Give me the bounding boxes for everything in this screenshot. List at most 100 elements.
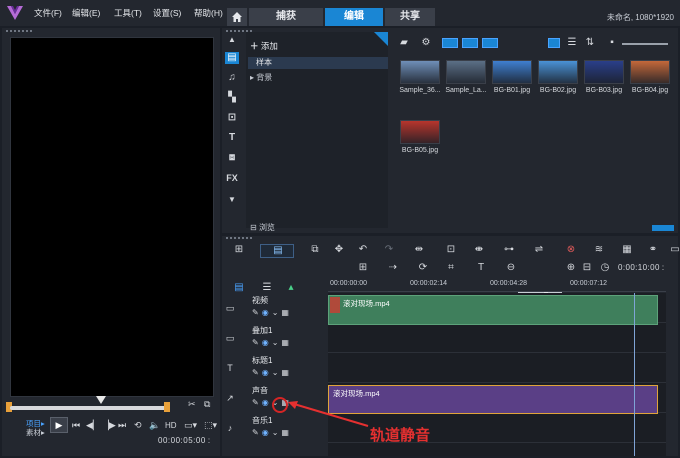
media-icon[interactable]: ▤ (225, 52, 239, 64)
media-thumbnail[interactable] (492, 60, 532, 84)
track-mute-icon[interactable]: ◉ (262, 308, 272, 317)
split-icon[interactable]: ⇼ (472, 244, 486, 256)
scrub-bar[interactable] (10, 406, 170, 410)
sort-icon[interactable]: ⇅ (584, 37, 596, 49)
title-icon-box[interactable]: ⊡ (225, 112, 239, 124)
timeline-scrollbar[interactable] (666, 280, 678, 456)
timeline-ruler[interactable]: 00:00:00:00 00:00:02:14 00:00:04:28 00:00:0… (328, 280, 666, 292)
undo-icon[interactable]: ↶ (356, 244, 370, 256)
zoom-out-icon[interactable]: ⊖ (504, 262, 518, 274)
repeat-icon[interactable]: ⟲ (134, 420, 142, 431)
playhead[interactable] (634, 293, 635, 456)
subtitle-icon[interactable]: ▦ (620, 244, 634, 256)
split-clip-icon[interactable]: ✂ (188, 399, 196, 410)
display-mode-icon[interactable]: ▭▾ (184, 420, 197, 431)
mode-clip[interactable]: 素材▸ (26, 427, 45, 438)
menu-tools[interactable]: 工具(T) (114, 7, 142, 19)
track-lock-icon[interactable]: ▦ (281, 368, 292, 377)
panel-grip[interactable] (226, 237, 252, 239)
tools-icon[interactable]: ✥ (332, 244, 346, 256)
track-mute-icon[interactable]: ◉ (262, 338, 272, 347)
storyboard-view-icon[interactable]: ⊞ (232, 244, 246, 256)
transition-icon[interactable]: ▚ (225, 92, 239, 104)
track-controls[interactable]: ✎◉⌄▦ (252, 308, 292, 317)
track-lock-icon[interactable]: ▦ (281, 308, 292, 317)
scrubber-handle[interactable] (96, 396, 106, 404)
track-controls[interactable]: ✎◉⌄▦ (252, 368, 292, 377)
expand-track-icon[interactable]: ⌄ (272, 428, 282, 437)
expand-track-icon[interactable]: ⌄ (272, 368, 282, 377)
go-to-start-icon[interactable]: ⏮ (72, 420, 80, 431)
library-view-toggle[interactable] (652, 225, 674, 231)
edit-track-icon[interactable]: ✎ (252, 338, 262, 347)
fit-project-icon[interactable]: ⊟ (580, 262, 594, 274)
grid-icon[interactable]: ⊞ (356, 262, 370, 274)
extend-icon[interactable]: ⊶ (502, 244, 516, 256)
instant-project-icon[interactable]: ♫ (225, 72, 239, 84)
play-button[interactable]: ▶ (50, 417, 68, 433)
timeline-view-button[interactable]: ▤ (260, 244, 294, 258)
home-tab[interactable] (227, 8, 247, 26)
ripple-edit-icon[interactable]: ⇹ (412, 244, 426, 256)
list-view-icon[interactable]: ☰ (566, 37, 578, 49)
copy-icon[interactable]: ⧉ (308, 244, 322, 256)
track-mute-icon[interactable]: ◉ (262, 368, 272, 377)
aspect-ratio-icon[interactable]: ⬚▾ (204, 420, 217, 431)
expand-track-icon[interactable]: ⌄ (272, 338, 282, 347)
import-media-icon[interactable]: ▰ (398, 37, 410, 49)
text-box-icon[interactable]: ▭ (668, 244, 680, 256)
media-thumbnail[interactable] (400, 60, 440, 84)
trim-end-marker[interactable] (164, 402, 170, 412)
mixer-icon[interactable]: ⇌ (532, 244, 546, 256)
show-video-filter[interactable] (442, 38, 458, 48)
tab-capture[interactable]: 捕获 (249, 8, 323, 26)
collapse-up-icon[interactable]: ▲ (225, 34, 239, 46)
thumbnail-size-slider[interactable] (622, 43, 668, 45)
previous-frame-icon[interactable]: ◀▏ (86, 420, 100, 431)
track-mute-icon[interactable]: ◉ (262, 398, 272, 407)
link-icon[interactable]: ⚭ (646, 244, 660, 256)
tree-item-samples[interactable]: 样本 (248, 57, 388, 69)
filter-fx-icon[interactable]: FX (225, 172, 239, 184)
menu-settings[interactable]: 设置(S) (153, 7, 181, 19)
expand-track-icon[interactable]: ⌄ (272, 308, 282, 317)
pin-icon[interactable] (374, 32, 388, 46)
track-mute-icon[interactable]: ◉ (262, 428, 272, 437)
edit-track-icon[interactable]: ✎ (252, 428, 262, 437)
zoom-in-icon[interactable]: ⊕ (564, 262, 578, 274)
media-thumbnail[interactable] (538, 60, 578, 84)
track-manager-icon[interactable]: ▤ (232, 282, 246, 294)
tab-edit[interactable]: 编辑 (325, 8, 383, 26)
redo-icon[interactable]: ↷ (382, 244, 396, 256)
3d-title-icon[interactable]: T (474, 262, 488, 274)
timeline-duration[interactable]: 0:00:10:00 : (618, 263, 664, 272)
tab-share[interactable]: 共享 (385, 8, 435, 26)
thumbnail-view-button[interactable] (548, 38, 560, 48)
media-thumbnail[interactable] (630, 60, 670, 84)
rotate-icon[interactable]: ⟳ (416, 262, 430, 274)
settings-gear-icon[interactable]: ⚙ (420, 37, 432, 49)
motion-icon[interactable]: ⇢ (386, 262, 400, 274)
graphics-icon[interactable]: ⧈ (225, 152, 239, 164)
add-folder-button[interactable]: ＋ 添加 (250, 40, 278, 52)
edit-track-icon[interactable]: ✎ (252, 308, 262, 317)
go-to-end-icon[interactable]: ⏭ (118, 420, 126, 431)
media-thumbnail[interactable] (446, 60, 486, 84)
menu-edit[interactable]: 编辑(E) (72, 7, 100, 19)
text-icon[interactable]: T (225, 132, 239, 144)
next-frame-icon[interactable]: ▕▶ (102, 420, 116, 431)
audio-wave-icon[interactable]: ≋ (592, 244, 606, 256)
track-controls[interactable]: ✎◉⌄▦ (252, 338, 292, 347)
track-lock-icon[interactable]: ▦ (281, 338, 292, 347)
record-icon[interactable]: ⊗ (564, 244, 578, 256)
track-controls[interactable]: ✎◉⌄▦ (252, 428, 292, 437)
player-timecode[interactable]: 00:00:05:00 : (158, 436, 211, 445)
show-audio-filter[interactable] (482, 38, 498, 48)
audio-clip[interactable]: 滚对现场.mp4 (328, 385, 658, 414)
panel-grip[interactable] (6, 30, 32, 32)
tree-item-backgrounds[interactable]: ▸ 背景 (248, 72, 272, 84)
menu-file[interactable]: 文件(F) (34, 7, 62, 19)
crop-icon[interactable]: ⌗ (444, 262, 458, 274)
media-thumbnail[interactable] (400, 120, 440, 144)
collapse-down-icon[interactable]: ▼ (225, 194, 239, 206)
